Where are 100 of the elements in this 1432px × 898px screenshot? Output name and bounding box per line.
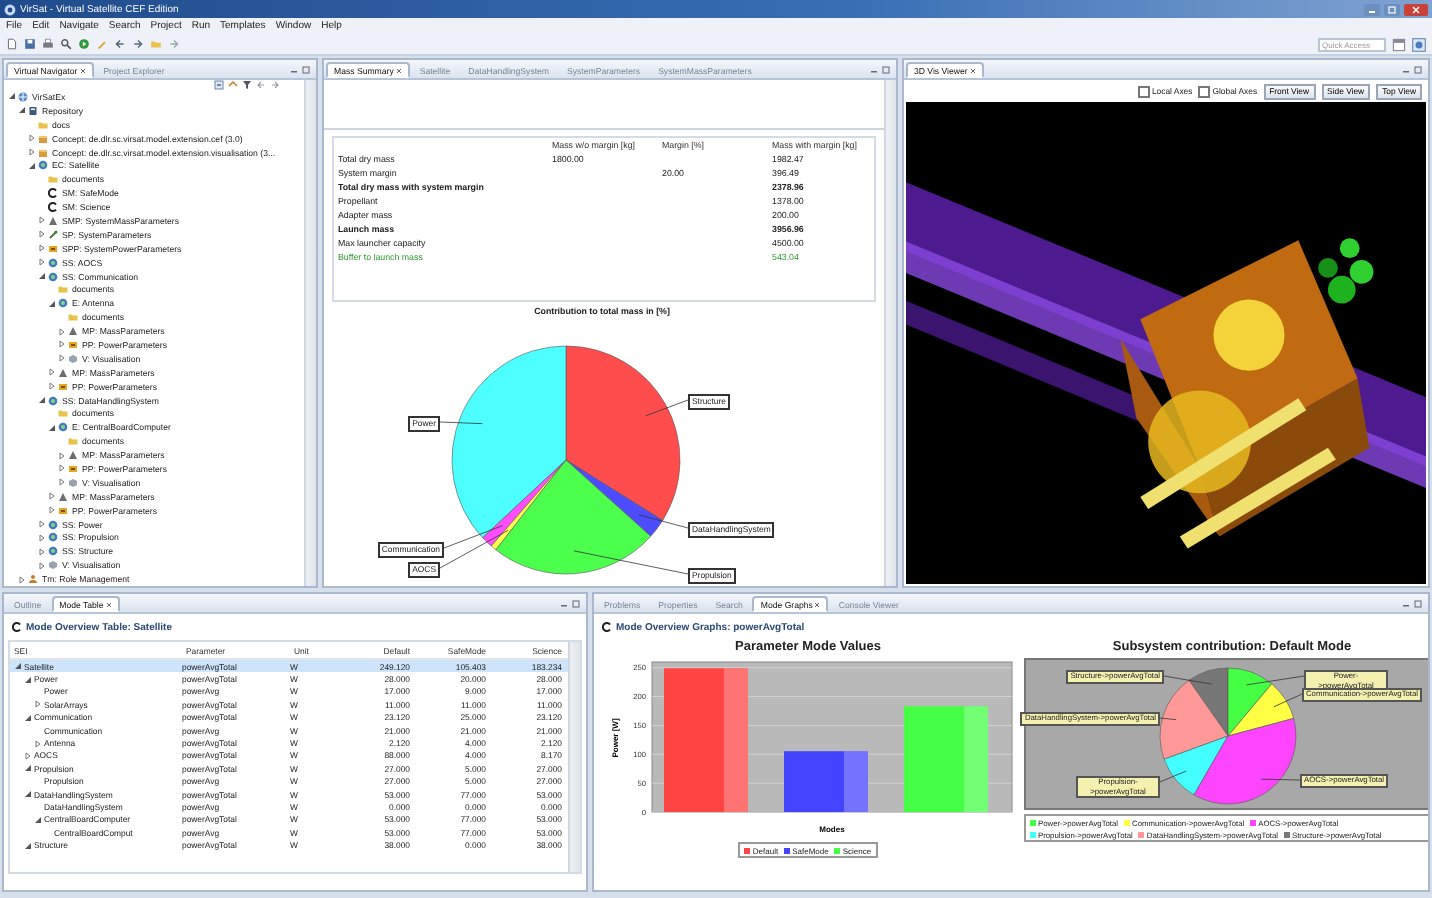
search-icon[interactable] xyxy=(60,38,72,50)
back-arrow-icon[interactable] xyxy=(256,80,266,90)
arc-icon xyxy=(602,622,612,632)
caret-icon[interactable] xyxy=(28,161,36,170)
caret-icon[interactable] xyxy=(24,764,32,773)
user-icon xyxy=(28,574,38,585)
scrollbar[interactable] xyxy=(304,80,316,586)
forward-arrow-icon[interactable] xyxy=(132,38,144,50)
close-icon[interactable] xyxy=(79,67,86,73)
leader-line xyxy=(573,550,689,575)
maximize-icon[interactable] xyxy=(1414,600,1422,608)
gear-icon xyxy=(58,298,68,309)
folder-icon xyxy=(48,174,58,185)
caret-icon[interactable] xyxy=(18,106,26,115)
caret-icon[interactable] xyxy=(38,520,46,529)
caret-icon[interactable] xyxy=(48,423,56,432)
caret-icon[interactable] xyxy=(48,299,56,308)
maximize-icon[interactable] xyxy=(1414,66,1422,74)
caret-icon[interactable] xyxy=(38,396,46,405)
caret-icon[interactable] xyxy=(38,244,46,253)
scrollbar[interactable] xyxy=(568,642,580,872)
gear-icon xyxy=(38,160,48,171)
caret-icon[interactable] xyxy=(58,340,66,349)
caret-icon[interactable] xyxy=(8,92,16,101)
caret-icon[interactable] xyxy=(38,533,46,542)
caret-icon[interactable] xyxy=(28,134,36,143)
maximize-icon[interactable] xyxy=(1384,3,1400,15)
caret-icon[interactable] xyxy=(58,451,66,460)
caret-icon[interactable] xyxy=(34,739,42,748)
minimize-icon[interactable] xyxy=(870,66,878,74)
wrench-icon xyxy=(48,229,58,240)
caret-icon[interactable] xyxy=(38,272,46,281)
caret-icon[interactable] xyxy=(38,258,46,267)
link-icon[interactable] xyxy=(228,80,238,90)
caret-icon[interactable] xyxy=(38,561,46,570)
minimize-icon[interactable] xyxy=(1402,600,1410,608)
bar-highlight xyxy=(843,751,867,812)
weight-icon xyxy=(58,367,68,378)
caret-icon[interactable] xyxy=(18,575,26,584)
folder-icon xyxy=(58,284,68,295)
caret-icon[interactable] xyxy=(58,327,66,336)
caret-icon[interactable] xyxy=(28,148,36,156)
caret-icon[interactable] xyxy=(38,547,46,556)
caret-icon[interactable] xyxy=(48,368,56,377)
caret-icon[interactable] xyxy=(58,464,66,473)
package-icon xyxy=(38,147,48,157)
caret-icon[interactable] xyxy=(14,662,22,671)
checkbox[interactable] xyxy=(1198,85,1211,97)
checkbox[interactable] xyxy=(1137,85,1150,97)
close-icon[interactable] xyxy=(814,601,821,607)
caret-icon[interactable] xyxy=(48,506,56,515)
battery-icon xyxy=(68,339,78,350)
save-icon[interactable] xyxy=(24,38,36,50)
print-icon[interactable] xyxy=(42,38,54,50)
caret-icon[interactable] xyxy=(24,841,32,850)
close-icon[interactable] xyxy=(105,601,112,607)
minimize-icon[interactable] xyxy=(1364,3,1380,15)
folder-icon xyxy=(58,408,68,419)
caret-icon[interactable] xyxy=(48,382,56,391)
perspective-icon[interactable] xyxy=(1412,37,1426,51)
new-file-icon[interactable] xyxy=(6,38,18,50)
maximize-icon[interactable] xyxy=(572,600,580,608)
caret-icon[interactable] xyxy=(34,815,42,824)
minimize-icon[interactable] xyxy=(1402,66,1410,74)
run-icon[interactable] xyxy=(78,38,90,50)
forward-arrow-icon[interactable] xyxy=(168,38,180,50)
caret-icon[interactable] xyxy=(38,230,46,239)
leader-line xyxy=(1246,675,1305,686)
minimize-icon[interactable] xyxy=(290,66,298,74)
arc-icon xyxy=(12,622,22,632)
maximize-icon[interactable] xyxy=(302,66,310,74)
close-icon[interactable] xyxy=(395,67,402,73)
caret-icon[interactable] xyxy=(24,713,32,722)
caret-icon[interactable] xyxy=(48,492,56,501)
pencil-icon[interactable] xyxy=(96,38,108,50)
caret-icon[interactable] xyxy=(34,700,42,709)
gear-icon xyxy=(48,395,58,406)
caret-icon[interactable] xyxy=(24,751,32,760)
perspective-icon[interactable] xyxy=(1392,37,1406,51)
bar-highlight xyxy=(723,668,747,812)
caret-icon[interactable] xyxy=(58,354,66,363)
weight-icon xyxy=(58,491,68,502)
folder-icon xyxy=(68,312,78,323)
weight-icon xyxy=(68,326,78,337)
close-icon[interactable] xyxy=(969,67,976,73)
caret-icon[interactable] xyxy=(38,216,46,225)
cube-icon xyxy=(68,477,78,488)
minimize-icon[interactable] xyxy=(560,600,568,608)
caret-icon[interactable] xyxy=(24,675,32,684)
leader-line xyxy=(1260,778,1301,781)
leader-line xyxy=(1163,675,1213,685)
scrollbar[interactable] xyxy=(884,80,896,586)
forward-arrow-icon[interactable] xyxy=(270,80,280,90)
maximize-icon[interactable] xyxy=(882,66,890,74)
caret-icon[interactable] xyxy=(58,478,66,487)
back-arrow-icon[interactable] xyxy=(114,38,126,50)
collapse-all-icon[interactable] xyxy=(214,80,224,90)
folder-icon xyxy=(68,436,78,447)
close-icon[interactable] xyxy=(1404,3,1428,15)
caret-icon[interactable] xyxy=(24,790,32,799)
